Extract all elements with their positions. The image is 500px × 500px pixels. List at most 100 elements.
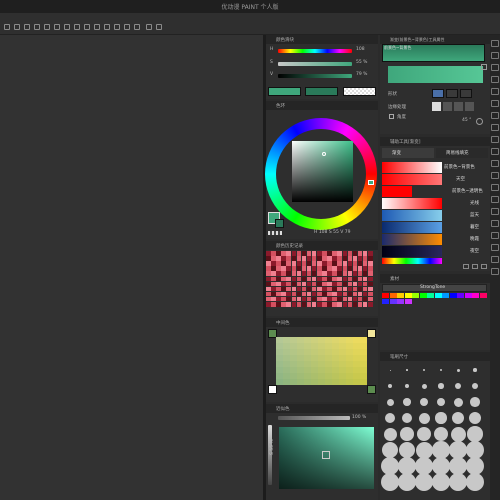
material-swatch[interactable] [427,293,434,298]
history-swatch[interactable] [266,276,271,281]
material-swatch[interactable] [389,299,397,304]
intermediate-swatch[interactable] [360,379,367,385]
history-swatch[interactable] [281,266,286,271]
history-swatch[interactable] [296,271,302,276]
history-swatch[interactable] [271,271,276,276]
approx-side-slider[interactable] [268,425,272,485]
sub-tool-settings-icon[interactable] [481,264,487,269]
history-swatch[interactable] [357,291,363,297]
gradient-preset-0[interactable] [382,162,442,173]
gradient-preset-2[interactable] [382,186,442,197]
brush-size-dot[interactable] [423,369,425,371]
history-swatch[interactable] [342,296,347,302]
history-swatch[interactable] [276,261,281,266]
gradient-preset-6[interactable] [382,234,442,245]
hue-slider[interactable] [278,49,352,53]
intermediate-swatch[interactable] [332,367,339,373]
history-swatch[interactable] [327,302,332,307]
brush-size-dot[interactable] [439,368,443,372]
material-swatch[interactable] [419,293,427,298]
history-swatch[interactable] [352,281,358,287]
history-swatch[interactable] [317,271,322,276]
intermediate-swatch[interactable] [283,355,290,361]
history-swatch[interactable] [337,291,342,297]
brush-size-dot[interactable] [415,473,433,491]
history-swatch[interactable] [352,296,358,302]
intermediate-swatch[interactable] [339,355,346,361]
history-swatch[interactable] [362,256,368,261]
history-swatch[interactable] [311,251,317,256]
history-swatch[interactable] [296,302,302,307]
history-swatch[interactable] [347,291,353,297]
brush-size-dot[interactable] [432,473,450,491]
rail-palette-icon[interactable] [491,232,499,239]
rail-palette-icon[interactable] [491,64,499,71]
brush-size-dot[interactable] [398,473,416,491]
history-swatch[interactable] [352,286,358,292]
history-swatch[interactable] [301,251,307,256]
history-swatch[interactable] [368,256,373,261]
history-swatch[interactable] [352,302,358,307]
history-swatch[interactable] [306,261,312,266]
brush-size-dot[interactable] [450,426,466,442]
history-swatch[interactable] [266,286,271,292]
color-history-grid[interactable] [266,251,374,308]
history-swatch[interactable] [357,296,363,302]
intermediate-swatch[interactable] [353,367,360,373]
history-swatch[interactable] [311,261,317,266]
history-swatch[interactable] [276,296,281,302]
history-swatch[interactable] [276,302,281,307]
history-swatch[interactable] [347,276,353,281]
gradient-bar[interactable] [388,66,483,83]
history-swatch[interactable] [352,256,358,261]
rail-palette-icon[interactable] [491,148,499,155]
canvas-area[interactable] [0,35,263,500]
history-swatch[interactable] [291,296,296,302]
brush-size-dot[interactable] [470,397,480,407]
history-swatch[interactable] [362,261,368,266]
material-swatch[interactable] [442,293,449,298]
history-swatch[interactable] [352,271,358,276]
history-swatch[interactable] [332,266,337,271]
material-swatch[interactable] [404,293,412,298]
intermediate-swatch[interactable] [283,379,290,385]
history-swatch[interactable] [368,281,373,287]
history-swatch[interactable] [281,296,286,302]
intermediate-swatch[interactable] [311,361,318,367]
brush-size-dot[interactable] [455,383,461,389]
history-swatch[interactable] [281,271,286,276]
history-swatch[interactable] [362,276,368,281]
history-swatch[interactable] [281,261,286,266]
corner-br-swatch[interactable] [367,385,376,394]
intermediate-swatch[interactable] [297,355,304,361]
intermediate-swatch[interactable] [325,379,332,385]
intermediate-swatch[interactable] [311,379,318,385]
history-swatch[interactable] [362,271,368,276]
material-color-strip[interactable] [382,293,487,305]
history-swatch[interactable] [357,266,363,271]
gradient-preset-4[interactable] [382,210,442,221]
intermediate-swatch[interactable] [283,337,290,343]
intermediate-swatch[interactable] [339,367,346,373]
material-swatch[interactable] [404,299,412,304]
history-swatch[interactable] [357,256,363,261]
history-swatch[interactable] [322,256,327,261]
history-swatch[interactable] [337,256,342,261]
intermediate-swatch[interactable] [283,361,290,367]
history-swatch[interactable] [286,302,291,307]
history-swatch[interactable] [357,251,363,256]
history-swatch[interactable] [317,286,322,292]
history-swatch[interactable] [311,302,317,307]
history-swatch[interactable] [357,302,363,307]
rail-palette-icon[interactable] [491,136,499,143]
transform-icon[interactable] [74,24,80,30]
history-swatch[interactable] [352,276,358,281]
history-swatch[interactable] [332,276,337,281]
rail-palette-icon[interactable] [491,124,499,131]
material-swatch[interactable] [479,293,487,298]
intermediate-swatch[interactable] [332,349,339,355]
intermediate-swatch[interactable] [276,361,283,367]
intermediate-swatch[interactable] [360,367,367,373]
history-swatch[interactable] [332,291,337,297]
material-swatch[interactable] [449,293,457,298]
